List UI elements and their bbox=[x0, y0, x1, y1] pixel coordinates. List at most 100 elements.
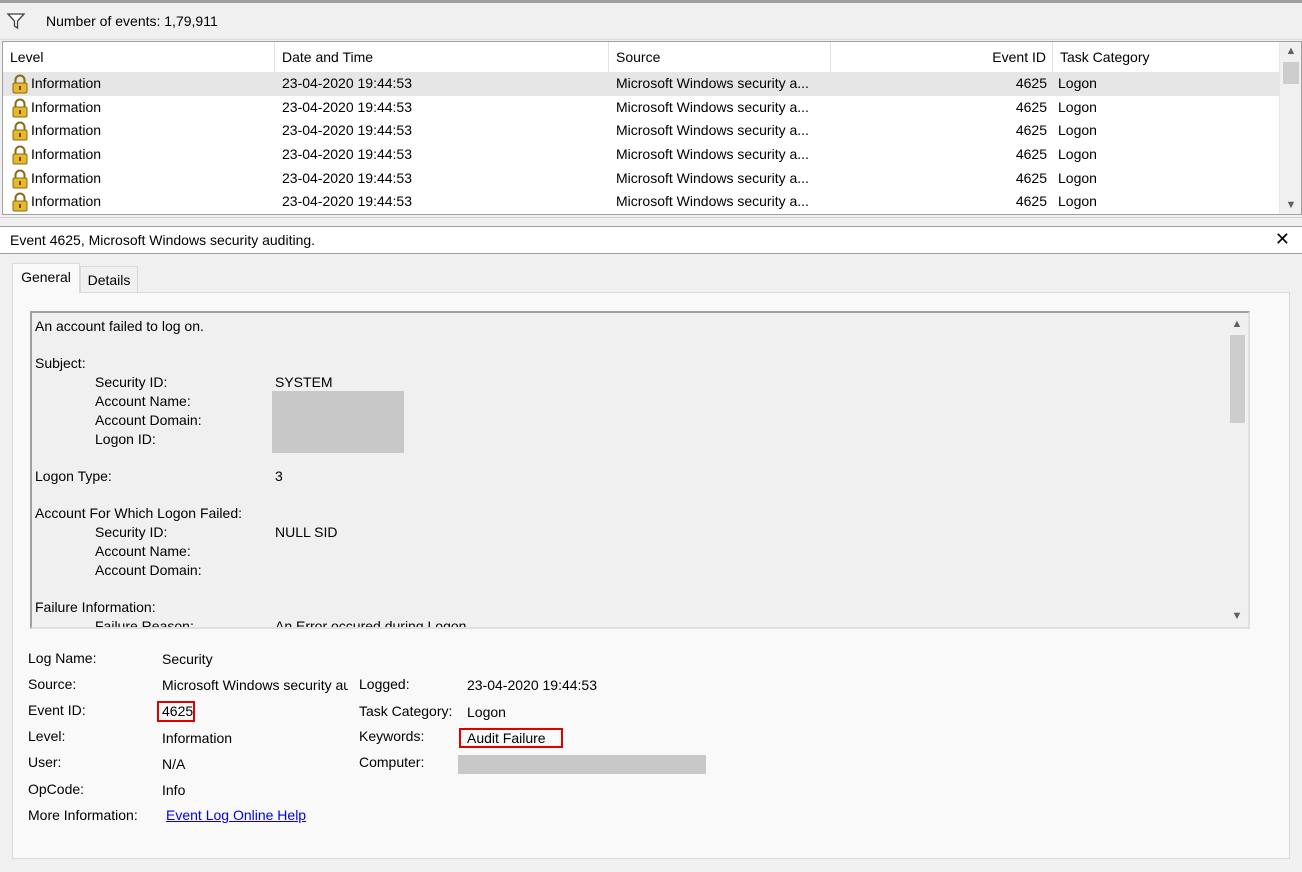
row-event-id: 4625 bbox=[1015, 122, 1047, 139]
event-id-label: Event ID: bbox=[28, 702, 86, 718]
row-source: Microsoft Windows security a... bbox=[616, 193, 809, 210]
row-date: 23-04-2020 19:44:53 bbox=[282, 122, 412, 139]
row-source: Microsoft Windows security a... bbox=[616, 98, 809, 115]
row-source: Microsoft Windows security a... bbox=[616, 146, 809, 163]
scroll-down-icon[interactable]: ▼ bbox=[1280, 196, 1301, 214]
subject-account-name-label: Account Name: bbox=[95, 393, 191, 409]
row-event-id: 4625 bbox=[1015, 193, 1047, 210]
table-row[interactable]: Information 23-04-2020 19:44:53 Microsoft … bbox=[3, 119, 1279, 143]
logged-label: Logged: bbox=[359, 676, 410, 692]
column-header-date[interactable]: Date and Time bbox=[275, 42, 609, 72]
event-detail-title-bar: Event 4625, Microsoft Windows security a… bbox=[0, 226, 1302, 254]
event-log-online-help-link[interactable]: Event Log Online Help bbox=[166, 807, 306, 823]
table-row[interactable]: Information 23-04-2020 19:44:53 Microsoft … bbox=[3, 143, 1279, 167]
failed-account-name-label: Account Name: bbox=[95, 543, 191, 559]
scroll-up-icon[interactable]: ▲ bbox=[1280, 42, 1301, 60]
logon-type-value: 3 bbox=[275, 468, 283, 484]
lock-icon bbox=[11, 169, 29, 189]
logon-type-label: Logon Type: bbox=[35, 468, 112, 484]
task-category-label: Task Category: bbox=[359, 703, 453, 719]
lock-icon bbox=[11, 121, 29, 141]
row-task-category: Logon bbox=[1058, 146, 1097, 163]
log-name-value: Security bbox=[162, 651, 213, 667]
lock-icon bbox=[11, 145, 29, 165]
user-label: User: bbox=[28, 754, 62, 770]
event-id-highlight-box bbox=[157, 701, 195, 722]
lock-icon bbox=[11, 98, 29, 118]
row-date: 23-04-2020 19:44:53 bbox=[282, 75, 412, 91]
failure-info-header: Failure Information: bbox=[35, 599, 156, 615]
row-event-id: 4625 bbox=[1015, 75, 1047, 91]
description-scrollbar[interactable]: ▲ ▼ bbox=[1226, 313, 1248, 627]
row-level: Information bbox=[31, 122, 102, 139]
redacted-subject-values bbox=[272, 391, 404, 453]
source-value: Microsoft Windows security auditing. bbox=[162, 677, 348, 693]
row-task-category: Logon bbox=[1058, 75, 1097, 91]
tab-general[interactable]: General bbox=[12, 263, 80, 293]
row-source: Microsoft Windows security a... bbox=[616, 122, 809, 139]
events-count-label: Number of events: 1,79,911 bbox=[46, 13, 218, 29]
row-task-category: Logon bbox=[1058, 98, 1097, 115]
column-header-event-id[interactable]: Event ID bbox=[831, 42, 1053, 72]
keywords-label: Keywords: bbox=[359, 728, 425, 744]
row-source: Microsoft Windows security a... bbox=[616, 75, 809, 91]
row-date: 23-04-2020 19:44:53 bbox=[282, 169, 412, 186]
row-level: Information bbox=[31, 193, 102, 210]
row-event-id: 4625 bbox=[1015, 98, 1047, 115]
failed-security-id-value: NULL SID bbox=[275, 524, 338, 540]
row-level: Information bbox=[31, 75, 102, 91]
more-info-label: More Information: bbox=[28, 807, 138, 823]
redacted-computer-value bbox=[458, 755, 706, 774]
column-header-task-category[interactable]: Task Category bbox=[1053, 42, 1279, 72]
description-intro: An account failed to log on. bbox=[35, 318, 204, 334]
source-label: Source: bbox=[28, 676, 77, 692]
scroll-up-icon[interactable]: ▲ bbox=[1226, 315, 1248, 333]
log-name-label: Log Name: bbox=[28, 650, 97, 666]
row-date: 23-04-2020 19:44:53 bbox=[282, 98, 412, 115]
level-label: Level: bbox=[28, 728, 66, 744]
event-description-box[interactable]: An account failed to log on. Subject: Se… bbox=[30, 311, 1250, 629]
row-level: Information bbox=[31, 169, 102, 186]
lock-icon bbox=[11, 192, 29, 212]
row-event-id: 4625 bbox=[1015, 146, 1047, 163]
subject-security-id-label: Security ID: bbox=[95, 374, 168, 390]
opcode-label: OpCode: bbox=[28, 781, 85, 797]
pane-splitter[interactable] bbox=[0, 217, 1302, 225]
scroll-thumb[interactable] bbox=[1230, 335, 1245, 423]
row-task-category: Logon bbox=[1058, 193, 1097, 210]
row-level: Information bbox=[31, 146, 102, 163]
scroll-down-icon[interactable]: ▼ bbox=[1226, 607, 1248, 625]
failed-account-domain-label: Account Domain: bbox=[95, 562, 202, 578]
column-header-level[interactable]: Level bbox=[3, 42, 275, 72]
table-row[interactable]: Information 23-04-2020 19:44:53 Microsoft … bbox=[3, 167, 1279, 191]
grid-header: Level Date and Time Source Event ID Task… bbox=[3, 42, 1279, 72]
tab-details[interactable]: Details bbox=[80, 266, 138, 292]
close-icon[interactable]: ✕ bbox=[1275, 229, 1290, 250]
table-row[interactable]: Information 23-04-2020 19:44:53 Microsoft … bbox=[3, 72, 1279, 96]
subject-logon-id-label: Logon ID: bbox=[95, 431, 156, 447]
task-category-value: Logon bbox=[467, 704, 506, 720]
row-date: 23-04-2020 19:44:53 bbox=[282, 146, 412, 163]
table-row[interactable]: Information 23-04-2020 19:44:53 Microsoft … bbox=[3, 96, 1279, 120]
table-row[interactable]: Information 23-04-2020 19:44:53 Microsoft … bbox=[3, 190, 1279, 214]
row-task-category: Logon bbox=[1058, 122, 1097, 139]
row-task-category: Logon bbox=[1058, 169, 1097, 186]
subject-account-domain-label: Account Domain: bbox=[95, 412, 202, 428]
events-count-bar: Number of events: 1,79,911 bbox=[0, 0, 1302, 40]
user-value: N/A bbox=[162, 756, 186, 772]
column-header-source[interactable]: Source bbox=[609, 42, 831, 72]
grid-rows: Information 23-04-2020 19:44:53 Microsoft … bbox=[3, 72, 1279, 214]
grid-scrollbar[interactable]: ▲ ▼ bbox=[1279, 42, 1301, 214]
scroll-thumb[interactable] bbox=[1283, 62, 1299, 84]
level-value: Information bbox=[162, 730, 233, 746]
row-event-id: 4625 bbox=[1015, 169, 1047, 186]
events-grid[interactable]: Level Date and Time Source Event ID Task… bbox=[2, 41, 1302, 215]
failure-reason-value: An Error occured during Logon. bbox=[275, 618, 471, 629]
logged-value: 23-04-2020 19:44:53 bbox=[467, 677, 597, 693]
computer-label: Computer: bbox=[359, 754, 425, 770]
opcode-value: Info bbox=[162, 782, 186, 798]
row-date: 23-04-2020 19:44:53 bbox=[282, 193, 412, 210]
failed-account-header: Account For Which Logon Failed: bbox=[35, 505, 242, 521]
failed-security-id-label: Security ID: bbox=[95, 524, 168, 540]
subject-security-id-value: SYSTEM bbox=[275, 374, 333, 390]
